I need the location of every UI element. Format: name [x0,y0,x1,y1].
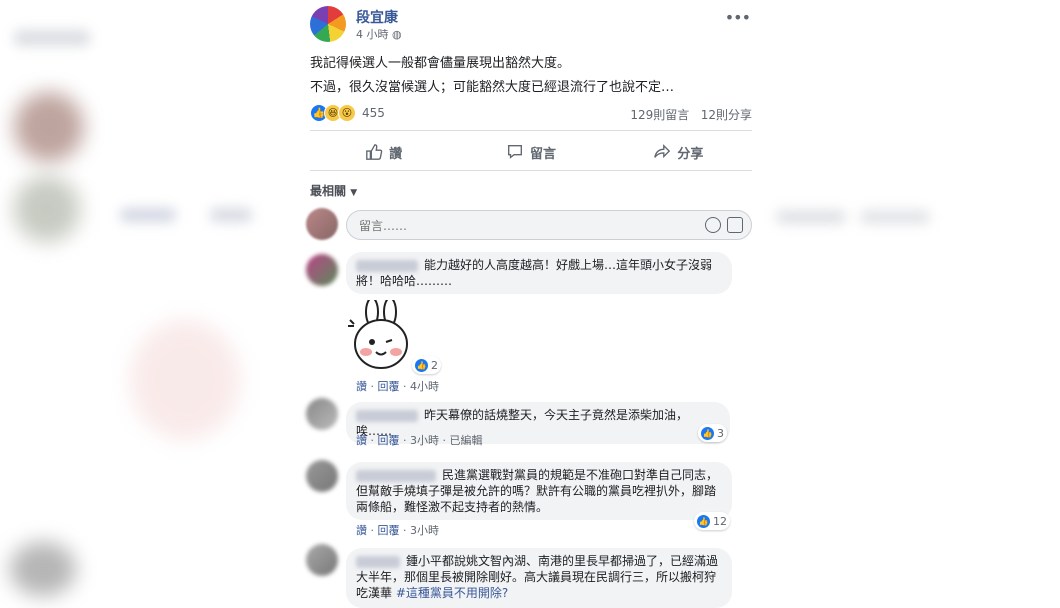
comment-reply-link[interactable]: 回覆 [378,524,400,537]
comment-like-link[interactable]: 讚 [356,524,367,537]
facebook-post-card: 段宜康 4 小時 ◍ ••• 我記得候選人一般都會儘量展現出豁然大度。 不過，很… [300,0,756,608]
blurred-background-text [210,208,252,222]
like-label: 讚 [389,146,403,162]
comment-like-count[interactable]: 👍 3 [698,424,727,442]
blurred-background-text [120,208,176,222]
like-icon [366,144,383,160]
shares-count[interactable]: 12則分享 [701,108,752,122]
comment-like-count[interactable]: 👍 12 [694,512,730,530]
blurred-background-text [860,210,930,224]
wow-reaction-icon: 😮 [338,104,356,122]
comment-reply-link[interactable]: 回覆 [378,434,400,447]
share-button[interactable]: 分享 [605,136,752,168]
like-reaction-icon: 👍 [697,514,710,528]
more-icon[interactable]: ••• [725,8,751,27]
reactions-summary[interactable]: 👍 😆 😮 455 [310,104,385,122]
comment-time[interactable]: 4小時 [410,380,439,393]
comment-meta: 讚 · 回覆 · 3小時 · 已編輯 [356,434,483,447]
comment-time[interactable]: 3小時 [410,434,439,447]
commenter-avatar[interactable] [306,398,338,430]
comments-count[interactable]: 129則留言 [630,108,689,122]
comment-like-count[interactable]: 👍 2 [412,356,441,374]
like-reaction-icon: 👍 [415,358,428,372]
blurred-background-avatar [10,542,76,596]
comment-meta: 讚 · 回覆 · 3小時 [356,524,439,537]
comment-meta: 讚 · 回覆 · 4小時 [356,380,439,393]
reaction-count: 455 [362,106,385,120]
divider [310,170,752,171]
comment-button[interactable]: 留言 [457,136,604,168]
commenter-name[interactable] [356,469,436,482]
blurred-background-text [14,30,90,46]
page-avatar[interactable] [310,6,346,42]
comment-label: 留言 [529,146,556,162]
caret-down-icon: ▼ [350,188,358,198]
post-text-line-1: 我記得候選人一般都會儘量展現出豁然大度。 [310,56,571,71]
comment-bubble: 鍾小平都說姚文智內湖、南港的里長早都掃過了，已經滿過大半年，那個里長被開除剛好。… [346,548,732,608]
post-time[interactable]: 4 小時 ◍ [356,26,402,42]
comment-like-link[interactable]: 讚 [356,434,367,447]
like-reaction-icon: 👍 [701,426,714,440]
globe-icon: ◍ [392,28,402,41]
comment-icon [508,145,522,159]
commenter-name[interactable] [356,409,418,422]
comment-composer[interactable] [346,210,752,240]
comment-bubble: 民進黨選戰對黨員的規範是不准砲口對準自己同志，但幫敵手燒填子彈是被允許的嗎？默許… [346,462,732,520]
hashtag-link[interactable]: #這種黨員不用開除? [396,586,508,600]
page-name[interactable]: 段宜康 [356,7,398,27]
blurred-background-avatar [14,176,80,242]
comment-time[interactable]: 3小時 [410,524,439,537]
comment-reply-link[interactable]: 回覆 [378,380,400,393]
comment-sort-dropdown[interactable]: 最相關 ▼ [310,182,357,199]
commenter-avatar[interactable] [306,460,338,492]
share-label: 分享 [677,146,704,162]
post-actions: 讚 留言 分享 [310,136,752,168]
comment-like-link[interactable]: 讚 [356,380,367,393]
commenter-name[interactable] [356,555,400,568]
commenter-avatar[interactable] [306,544,338,576]
post-stats: 129則留言 12則分享 [630,106,752,123]
sort-label: 最相關 [310,184,347,198]
blurred-background-sticker [130,320,240,440]
commenter-avatar[interactable] [306,254,338,286]
sticker-icon[interactable] [727,217,743,233]
bunny-sticker [348,300,408,369]
comment-bubble: 能力越好的人高度越高！好戲上場…這年頭小女子沒弱將！哈哈哈……… [346,252,732,294]
share-icon [654,144,671,159]
commenter-name[interactable] [356,259,418,272]
edited-label[interactable]: 已編輯 [450,434,483,447]
divider [310,130,752,131]
comment-input[interactable] [357,215,691,237]
like-button[interactable]: 讚 [310,136,457,168]
emoji-icon[interactable] [705,217,721,233]
blurred-background-text [776,210,846,224]
user-avatar [306,208,338,240]
post-text-line-2: 不過，很久沒當候選人；可能豁然大度已經退流行了也說不定… [310,80,675,95]
blurred-background-avatar [14,92,84,162]
